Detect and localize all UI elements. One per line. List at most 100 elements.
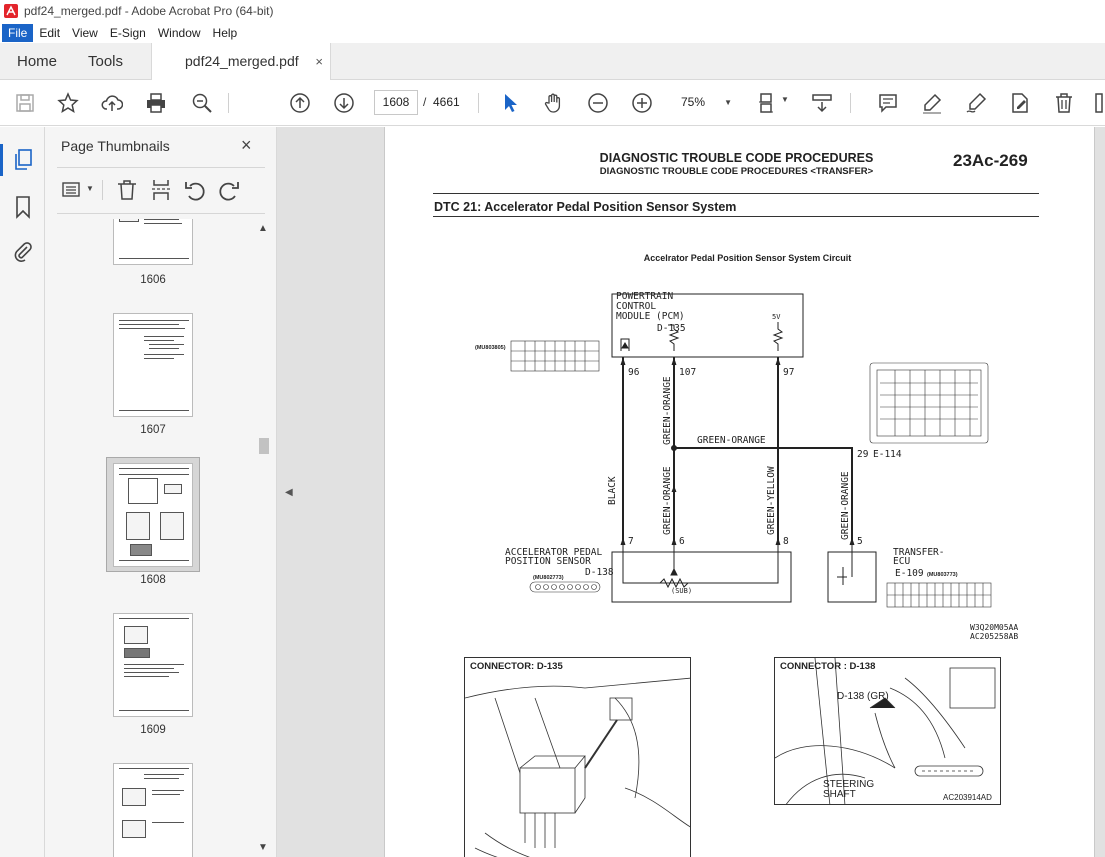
connector-d138-ref: AC203914AD: [943, 793, 992, 802]
thumbnail-page-number: 1608: [140, 574, 166, 586]
pcm-connector-id: D-135: [657, 323, 686, 334]
pcm-label-line3: MODULE (PCM): [616, 311, 685, 322]
tab-document[interactable]: pdf24_merged.pdf ×: [151, 43, 331, 80]
hand-tool-icon[interactable]: [542, 91, 566, 115]
page-header-title: DIAGNOSTIC TROUBLE CODE PROCEDURES: [599, 151, 874, 165]
apps-part-number: (MU802773): [533, 575, 564, 581]
title-bar: pdf24_merged.pdf - Adobe Acrobat Pro (64…: [0, 0, 1105, 22]
highlight-pen-icon[interactable]: [920, 91, 944, 115]
pdf-page: DIAGNOSTIC TROUBLE CODE PROCEDURES DIAGN…: [384, 127, 1095, 857]
toolbar-separator: [228, 93, 229, 113]
select-cursor-icon[interactable]: [498, 91, 522, 115]
tab-tools[interactable]: Tools: [88, 43, 123, 80]
wire-label-green-yellow: GREEN-YELLOW: [766, 466, 777, 535]
star-icon[interactable]: [56, 91, 80, 115]
rotate-left-icon[interactable]: [183, 178, 207, 202]
apps-label-line2: POSITION SENSOR: [505, 556, 591, 567]
shaft-label: SHAFT: [823, 789, 856, 800]
attachment-icon[interactable]: [11, 240, 35, 264]
pin-29: 29: [857, 449, 869, 460]
sign-pen-icon[interactable]: [964, 91, 988, 115]
trash-icon[interactable]: [1052, 91, 1076, 115]
connector-d135-figure: CONNECTOR: D-135: [464, 657, 691, 857]
thumbnail-page[interactable]: [113, 219, 193, 265]
bookmark-icon[interactable]: [11, 195, 35, 219]
menu-bar: File Edit View E-Sign Window Help: [0, 22, 1105, 43]
connector-d135-label: CONNECTOR: D-135: [470, 661, 563, 672]
menu-esign[interactable]: E-Sign: [104, 24, 152, 42]
thumbnail-page[interactable]: [113, 313, 193, 417]
wire-label-green-orange-ecu: GREEN-ORANGE: [840, 471, 851, 540]
scroll-down-icon[interactable]: ▼: [258, 842, 268, 853]
total-pages: 4661: [433, 95, 460, 109]
diagram-ref-1: W3Q20M05AA: [970, 623, 1019, 632]
menu-help[interactable]: Help: [207, 24, 244, 42]
tecu-connector-id: E-109: [895, 568, 924, 579]
tecu-part-number: (MU803773): [927, 572, 958, 578]
menu-edit[interactable]: Edit: [33, 24, 66, 42]
thumbnail-page-number: 1607: [140, 424, 166, 436]
more-tools-icon[interactable]: [1093, 91, 1105, 115]
pin-97: 97: [783, 367, 794, 378]
voltage-label: 5V: [772, 313, 781, 321]
apps-sub-label: (SUB): [671, 587, 692, 595]
page-display-icon[interactable]: [756, 91, 780, 115]
comment-icon[interactable]: [876, 91, 900, 115]
chevron-down-icon[interactable]: ▼: [781, 95, 789, 104]
menu-window[interactable]: Window: [152, 24, 207, 42]
scrolling-mode-icon[interactable]: [810, 91, 834, 115]
toolbar: 1608 / 4661 75% ▼ ▼: [0, 80, 1105, 126]
chevron-down-icon[interactable]: ▼: [86, 184, 94, 193]
print-icon[interactable]: [144, 91, 168, 115]
page-separator: /: [423, 95, 427, 109]
pin-107: 107: [679, 367, 696, 378]
scroll-up-icon[interactable]: ▲: [258, 223, 268, 234]
page-thumbnails-icon[interactable]: [0, 144, 35, 176]
options-menu-icon[interactable]: [61, 178, 85, 202]
menu-view[interactable]: View: [66, 24, 104, 42]
close-icon[interactable]: ×: [241, 135, 252, 156]
extract-page-icon[interactable]: [149, 178, 173, 202]
scrollbar-thumb[interactable]: [259, 438, 269, 454]
next-page-icon[interactable]: [332, 91, 356, 115]
connector-d135-illustration: [465, 677, 690, 857]
zoom-search-icon[interactable]: [190, 91, 214, 115]
menu-file[interactable]: File: [2, 23, 34, 42]
thumbnail-toolbar: ▼: [57, 175, 265, 205]
document-area[interactable]: ◀ DIAGNOSTIC TROUBLE CODE PROCEDURES DIA…: [277, 127, 1105, 857]
rotate-right-icon[interactable]: [217, 178, 241, 202]
divider: [433, 193, 1039, 194]
toolbar-separator: [478, 93, 479, 113]
navigation-rail: [0, 127, 45, 857]
zoom-level-select[interactable]: 75% ▼: [670, 90, 740, 115]
thumbnail-page[interactable]: [113, 613, 193, 717]
wire-label-green-orange-upper: GREEN-ORANGE: [662, 376, 673, 445]
circuit-diagram: POWERTRAIN CONTROL MODULE (PCM) D-135 5V…: [475, 291, 992, 608]
divider: [102, 180, 103, 200]
thumbnail-page[interactable]: [113, 763, 193, 857]
thumbnail-scrollbar[interactable]: ▲ ▼: [256, 219, 272, 857]
connector-d138-label: CONNECTOR : D-138: [780, 661, 876, 672]
wire-label-horizontal: GREEN-ORANGE: [697, 435, 766, 446]
diagram-ref-2: AC205258AB: [970, 632, 1019, 641]
upload-cloud-icon[interactable]: [100, 91, 124, 115]
thumbnail-page-number: 1609: [140, 724, 166, 736]
zoom-in-icon[interactable]: [630, 91, 654, 115]
circuit-title: Accelrator Pedal Position Sensor System …: [643, 253, 852, 263]
thumbnail-page-number: 1606: [140, 274, 166, 286]
collapse-panel-icon[interactable]: ◀: [285, 487, 293, 498]
edit-document-icon[interactable]: [1008, 91, 1032, 115]
pin-8: 8: [783, 536, 789, 547]
delete-page-icon[interactable]: [115, 178, 139, 202]
page-number-input[interactable]: 1608: [374, 90, 418, 115]
zoom-out-icon[interactable]: [586, 91, 610, 115]
wire-label-green-orange-lower: GREEN-ORANGE: [662, 466, 673, 535]
tab-close-icon[interactable]: ×: [315, 43, 323, 80]
save-icon[interactable]: [13, 91, 37, 115]
previous-page-icon[interactable]: [288, 91, 312, 115]
junction-id: E-114: [873, 449, 902, 460]
pin-96: 96: [628, 367, 640, 378]
tab-home[interactable]: Home: [17, 43, 57, 80]
toolbar-separator: [850, 93, 851, 113]
thumbnail-page-selected[interactable]: [113, 463, 193, 567]
